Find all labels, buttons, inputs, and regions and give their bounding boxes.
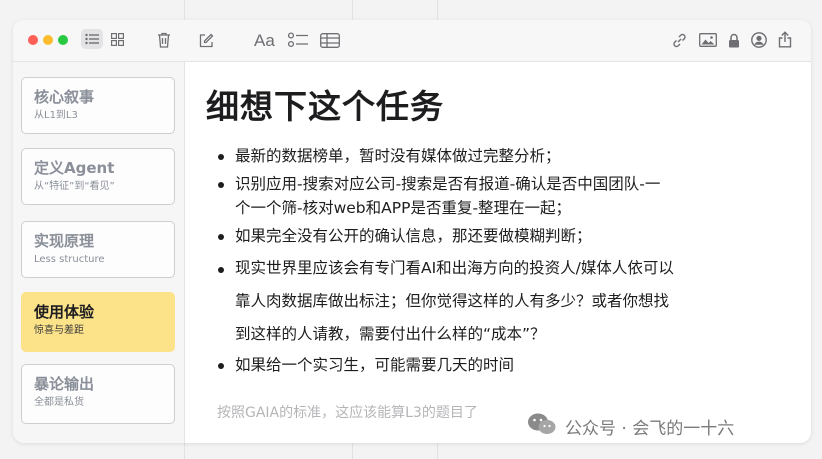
- watermark-text: 公众号 · 会飞的一十六: [565, 419, 735, 439]
- note-card-implementation[interactable]: 实现原理 Less structure: [21, 221, 175, 278]
- note-card-subtitle: 从“特征”到“看见”: [34, 181, 115, 192]
- bullet-item: 如果完全没有公开的确认信息，那还要做模糊判断；: [205, 224, 725, 248]
- note-card-title: 核心叙事: [34, 88, 95, 106]
- toolbar: Aa: [13, 20, 811, 62]
- bullet-item: 现实世界里应该会有专门看AI和出海方向的投资人/媒体人依可以靠人肉数据库做出标注…: [205, 252, 675, 351]
- note-title: 细想下这个任务: [206, 87, 444, 126]
- note-card-opinions[interactable]: 暴论输出 全都是私货: [21, 364, 175, 424]
- close-window-button[interactable]: [28, 35, 38, 45]
- table-icon[interactable]: [318, 29, 342, 51]
- bullet-item: 如果给一个实习生，可能需要几天的时间: [205, 353, 725, 377]
- bullet-item: 最新的数据榜单，暂时没有媒体做过完整分析；: [205, 144, 725, 168]
- notes-list: 核心叙事 从L1到L3 定义Agent 从“特征”到“看见” 实现原理 Less…: [13, 62, 185, 443]
- minimize-window-button[interactable]: [43, 35, 53, 45]
- note-editor[interactable]: 细想下这个任务 最新的数据榜单，暂时没有媒体做过完整分析； 识别应用-搜索对应公…: [185, 62, 811, 443]
- note-card-subtitle: 从L1到L3: [34, 110, 78, 121]
- note-card-subtitle: Less structure: [34, 254, 105, 265]
- collaborate-icon[interactable]: [750, 30, 768, 50]
- note-card-title: 定义Agent: [34, 159, 115, 177]
- gallery-view-icon[interactable]: [107, 29, 127, 49]
- trash-icon[interactable]: [154, 29, 174, 51]
- lock-icon[interactable]: [726, 30, 742, 50]
- note-card-define-agent[interactable]: 定义Agent 从“特征”到“看见”: [21, 148, 175, 205]
- zoom-window-button[interactable]: [58, 35, 68, 45]
- bullet-list: 最新的数据榜单，暂时没有媒体做过完整分析； 识别应用-搜索对应公司-搜索是否有报…: [205, 144, 725, 381]
- wechat-logo-icon: [527, 412, 557, 441]
- note-card-subtitle: 惊喜与差距: [34, 325, 84, 336]
- watermark: 公众号 · 会飞的一十六: [527, 412, 734, 441]
- compose-icon[interactable]: [196, 30, 216, 50]
- media-icon[interactable]: [698, 31, 718, 49]
- notes-window: Aa 核心叙事 从L1到L3 定义Agent 从“特征”到“看见” 实现原理 L…: [13, 20, 811, 443]
- note-card-user-experience[interactable]: 使用体验 惊喜与差距: [21, 292, 175, 352]
- note-card-title: 实现原理: [34, 232, 95, 250]
- checklist-icon[interactable]: [286, 29, 310, 51]
- bullet-item: 识别应用-搜索对应公司-搜索是否有报道-确认是否中国团队-一个一个筛-核对web…: [205, 172, 675, 220]
- note-card-subtitle: 全都是私货: [34, 397, 84, 408]
- format-text-button[interactable]: Aa: [254, 30, 275, 52]
- note-card-title: 暴论输出: [34, 375, 95, 393]
- note-card-core-narrative[interactable]: 核心叙事 从L1到L3: [21, 77, 175, 134]
- link-icon[interactable]: [670, 31, 688, 49]
- share-icon[interactable]: [776, 29, 794, 49]
- note-card-title: 使用体验: [34, 303, 95, 321]
- list-view-icon[interactable]: [81, 29, 103, 49]
- faded-text: 按照GAIA的标准，这应该能算L3的题目了: [217, 405, 478, 421]
